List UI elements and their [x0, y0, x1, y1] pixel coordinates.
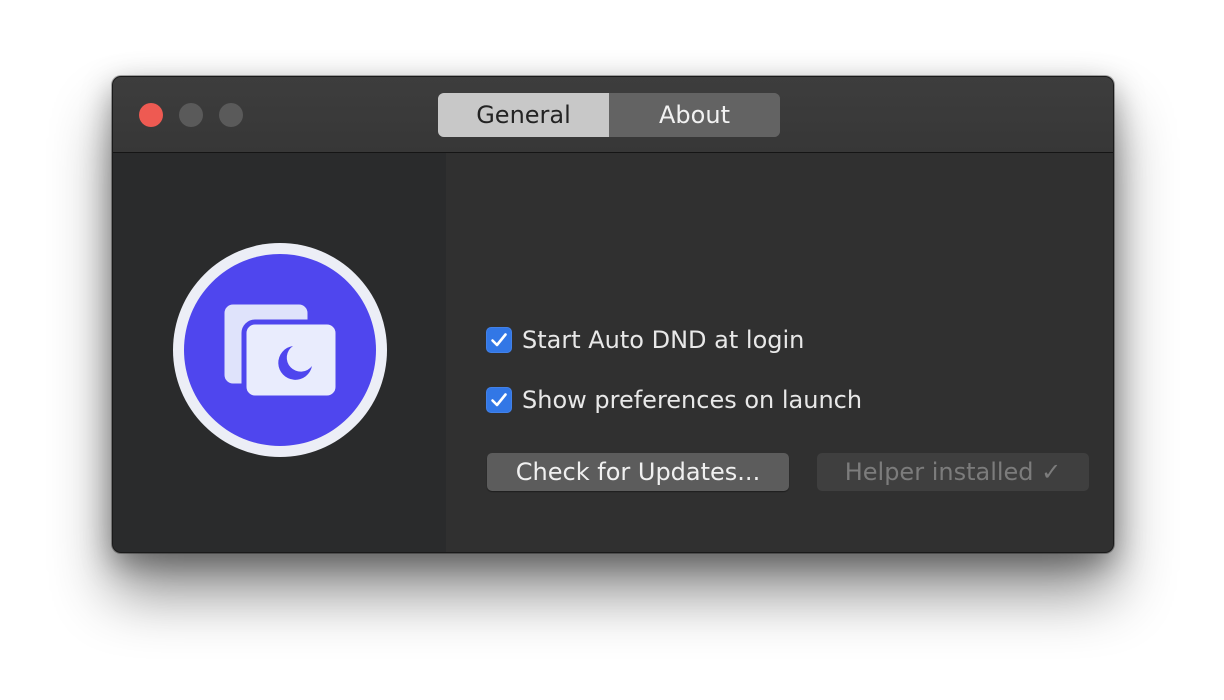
show-prefs-on-launch-row[interactable]: Show preferences on launch — [486, 385, 862, 415]
general-settings-panel: Start Auto DND at login Show preferences… — [446, 153, 1113, 552]
checkmark-icon — [491, 333, 507, 347]
close-window-button[interactable] — [139, 103, 163, 127]
minimize-window-button[interactable] — [179, 103, 203, 127]
start-at-login-row[interactable]: Start Auto DND at login — [486, 325, 804, 355]
start-at-login-label: Start Auto DND at login — [522, 326, 805, 354]
checkmark-icon — [491, 393, 507, 407]
start-at-login-checkbox[interactable] — [486, 327, 512, 353]
check-for-updates-button[interactable]: Check for Updates... — [487, 453, 789, 491]
preferences-window: General About Start Auto DND at login Sh… — [112, 76, 1114, 553]
tab-bar: General About — [438, 93, 780, 137]
show-prefs-on-launch-checkbox[interactable] — [486, 387, 512, 413]
show-prefs-on-launch-label: Show preferences on launch — [522, 386, 863, 414]
tab-about[interactable]: About — [609, 93, 780, 137]
zoom-window-button[interactable] — [219, 103, 243, 127]
tab-general[interactable]: General — [438, 93, 609, 137]
helper-installed-button[interactable]: Helper installed ✓ — [817, 453, 1089, 491]
auto-dnd-app-icon — [173, 243, 387, 457]
title-bar: General About — [113, 77, 1113, 153]
app-icon-panel — [113, 153, 446, 552]
